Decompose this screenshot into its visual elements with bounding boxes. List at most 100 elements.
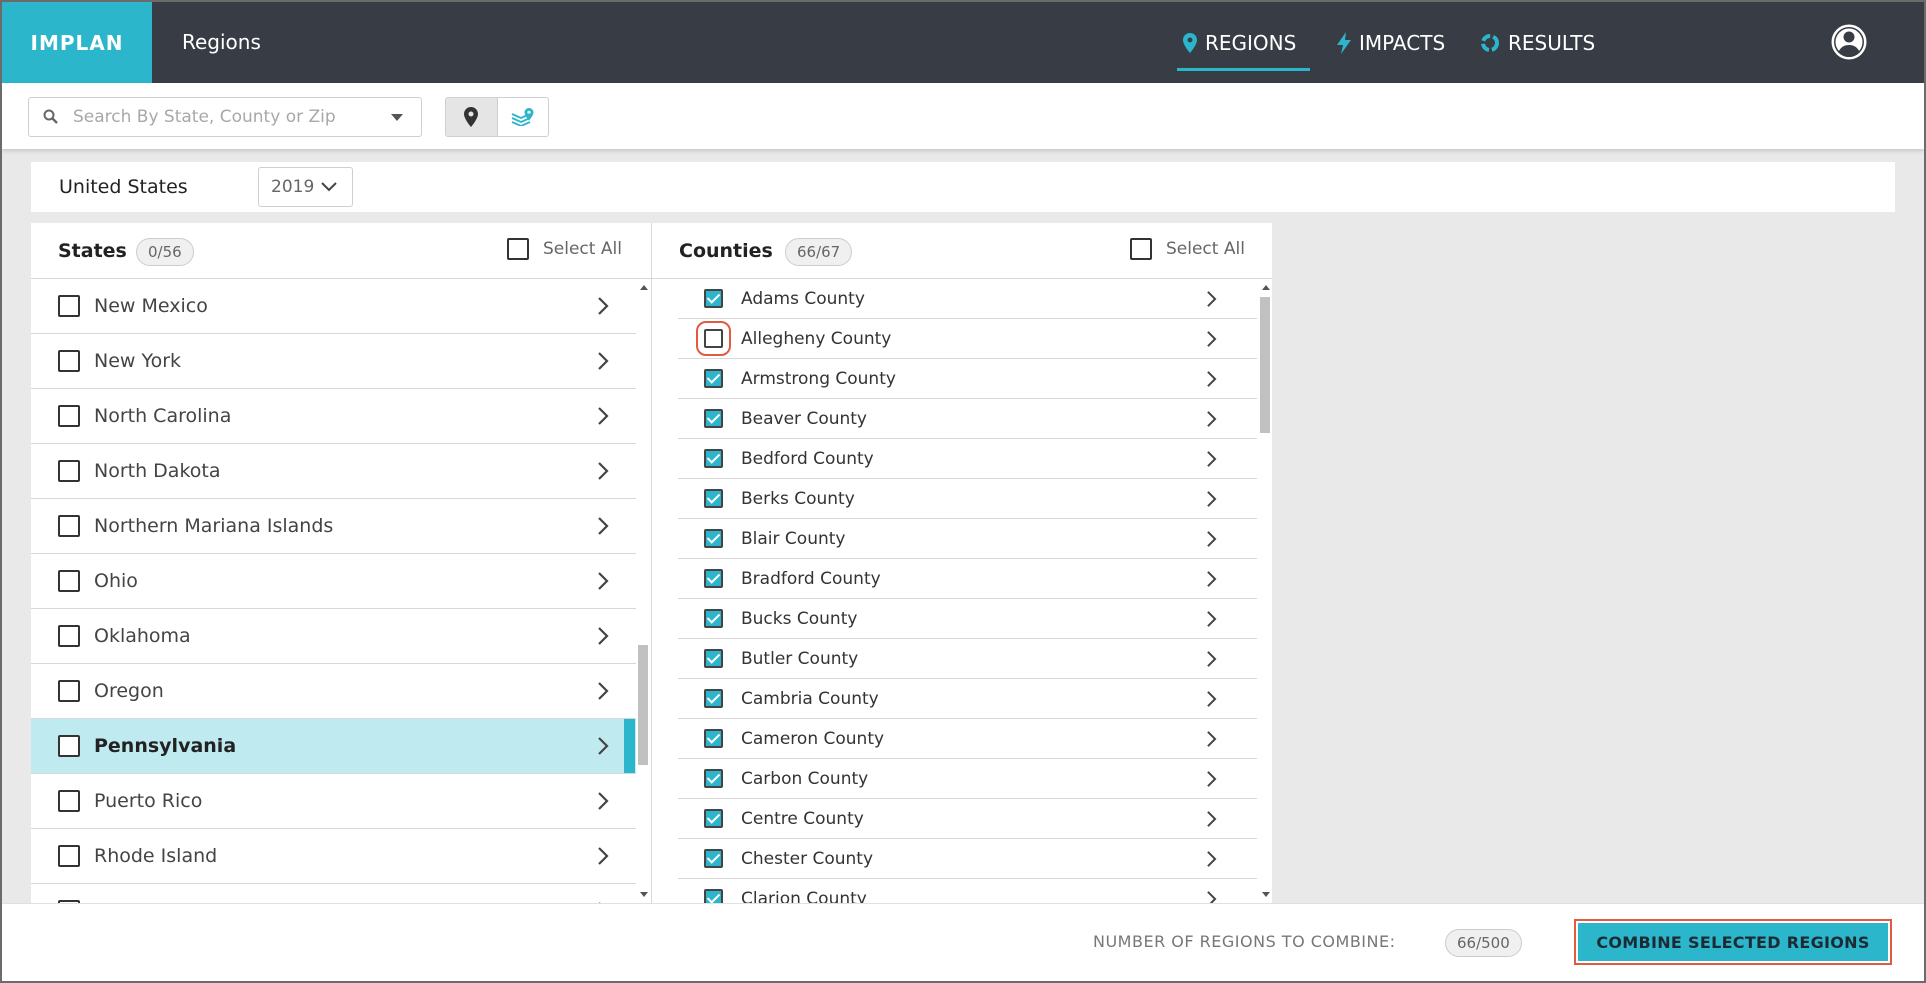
search-combobox[interactable] (28, 97, 422, 137)
expand-county-chevron[interactable] (1206, 890, 1217, 903)
county-row[interactable]: Allegheny County (678, 319, 1257, 359)
county-checkbox[interactable] (704, 529, 723, 548)
dropdown-caret-icon[interactable] (391, 114, 403, 121)
scroll-down-arrow-icon[interactable] (640, 892, 648, 897)
state-checkbox[interactable] (58, 790, 80, 812)
expand-county-chevron[interactable] (1206, 490, 1217, 512)
county-row[interactable]: Carbon County (678, 759, 1257, 799)
state-row[interactable]: Pennsylvania (31, 719, 636, 774)
counties-select-all-checkbox[interactable] (1130, 238, 1152, 260)
chevron-right-icon[interactable] (1206, 530, 1217, 548)
county-checkbox[interactable] (704, 489, 723, 508)
expand-state-chevron[interactable] (597, 351, 609, 375)
state-row[interactable]: North Carolina (31, 389, 636, 444)
county-row[interactable]: Clarion County (678, 879, 1257, 903)
states-scrollbar[interactable] (638, 285, 650, 897)
expand-county-chevron[interactable] (1206, 650, 1217, 672)
expand-state-chevron[interactable] (597, 846, 609, 870)
chevron-right-icon[interactable] (597, 406, 609, 426)
chevron-right-icon[interactable] (597, 846, 609, 866)
state-checkbox[interactable] (58, 515, 80, 537)
state-row[interactable]: New Mexico (31, 279, 636, 334)
expand-county-chevron[interactable] (1206, 730, 1217, 752)
expand-county-chevron[interactable] (1206, 850, 1217, 872)
state-row[interactable]: Ohio (31, 554, 636, 609)
county-row[interactable]: Cambria County (678, 679, 1257, 719)
chevron-right-icon[interactable] (1206, 650, 1217, 668)
expand-county-chevron[interactable] (1206, 570, 1217, 592)
expand-county-chevron[interactable] (1206, 770, 1217, 792)
state-checkbox[interactable] (58, 570, 80, 592)
expand-state-chevron[interactable] (597, 681, 609, 705)
state-row[interactable]: Rhode Island (31, 829, 636, 884)
expand-county-chevron[interactable] (1206, 810, 1217, 832)
chevron-right-icon[interactable] (597, 736, 609, 756)
scroll-up-arrow-icon[interactable] (640, 285, 648, 290)
chevron-right-icon[interactable] (1206, 570, 1217, 588)
expand-state-chevron[interactable] (597, 626, 609, 650)
state-row[interactable]: Puerto Rico (31, 774, 636, 829)
county-checkbox[interactable] (704, 649, 723, 668)
expand-state-chevron[interactable] (597, 736, 609, 760)
county-checkbox[interactable] (704, 689, 723, 708)
county-checkbox[interactable] (704, 289, 723, 308)
county-checkbox[interactable] (696, 321, 731, 356)
chevron-right-icon[interactable] (597, 351, 609, 371)
county-checkbox[interactable] (704, 409, 723, 428)
county-checkbox[interactable] (704, 889, 723, 903)
county-checkbox[interactable] (704, 449, 723, 468)
expand-state-chevron[interactable] (597, 571, 609, 595)
chevron-right-icon[interactable] (597, 296, 609, 316)
county-checkbox[interactable] (704, 569, 723, 588)
county-checkbox[interactable] (704, 369, 723, 388)
chevron-right-icon[interactable] (1206, 890, 1217, 903)
nav-tab-results[interactable]: RESULTS (1480, 2, 1595, 83)
chevron-right-icon[interactable] (1206, 370, 1217, 388)
county-row[interactable]: Butler County (678, 639, 1257, 679)
county-row[interactable]: Cameron County (678, 719, 1257, 759)
scroll-up-arrow-icon[interactable] (1262, 285, 1270, 290)
county-checkbox[interactable] (704, 809, 723, 828)
county-row[interactable]: Berks County (678, 479, 1257, 519)
scroll-down-arrow-icon[interactable] (1262, 892, 1270, 897)
state-checkbox[interactable] (58, 405, 80, 427)
county-row[interactable]: Beaver County (678, 399, 1257, 439)
chevron-right-icon[interactable] (1206, 690, 1217, 708)
counties-select-all[interactable]: Select All (1130, 238, 1245, 260)
state-checkbox[interactable] (58, 845, 80, 867)
chevron-right-icon[interactable] (1206, 330, 1217, 348)
counties-list[interactable]: Adams County Allegheny County Armstrong Co… (652, 279, 1257, 903)
chevron-right-icon[interactable] (1206, 810, 1217, 828)
chevron-right-icon[interactable] (1206, 730, 1217, 748)
state-checkbox[interactable] (58, 295, 80, 317)
county-row[interactable]: Centre County (678, 799, 1257, 839)
chevron-right-icon[interactable] (597, 681, 609, 701)
implan-logo[interactable]: IMPLAN (2, 2, 152, 83)
expand-state-chevron[interactable] (597, 406, 609, 430)
expand-county-chevron[interactable] (1206, 330, 1217, 352)
chevron-right-icon[interactable] (1206, 490, 1217, 508)
chevron-right-icon[interactable] (1206, 850, 1217, 868)
county-row[interactable]: Blair County (678, 519, 1257, 559)
chevron-right-icon[interactable] (597, 791, 609, 811)
expand-county-chevron[interactable] (1206, 450, 1217, 472)
chevron-right-icon[interactable] (1206, 290, 1217, 308)
county-row[interactable]: Chester County (678, 839, 1257, 879)
expand-state-chevron[interactable] (597, 296, 609, 320)
year-select[interactable]: 2019 (258, 167, 353, 207)
chevron-right-icon[interactable] (1206, 610, 1217, 628)
pin-view-button[interactable] (446, 98, 497, 136)
chevron-right-icon[interactable] (1206, 450, 1217, 468)
expand-county-chevron[interactable] (1206, 290, 1217, 312)
search-input[interactable] (73, 102, 373, 132)
expand-county-chevron[interactable] (1206, 370, 1217, 392)
state-checkbox[interactable] (58, 735, 80, 757)
state-checkbox[interactable] (58, 625, 80, 647)
state-row[interactable]: Oregon (31, 664, 636, 719)
county-checkbox[interactable] (704, 849, 723, 868)
state-row[interactable]: Oklahoma (31, 609, 636, 664)
expand-state-chevron[interactable] (597, 461, 609, 485)
county-checkbox[interactable] (704, 609, 723, 628)
chevron-right-icon[interactable] (1206, 770, 1217, 788)
expand-state-chevron[interactable] (597, 516, 609, 540)
